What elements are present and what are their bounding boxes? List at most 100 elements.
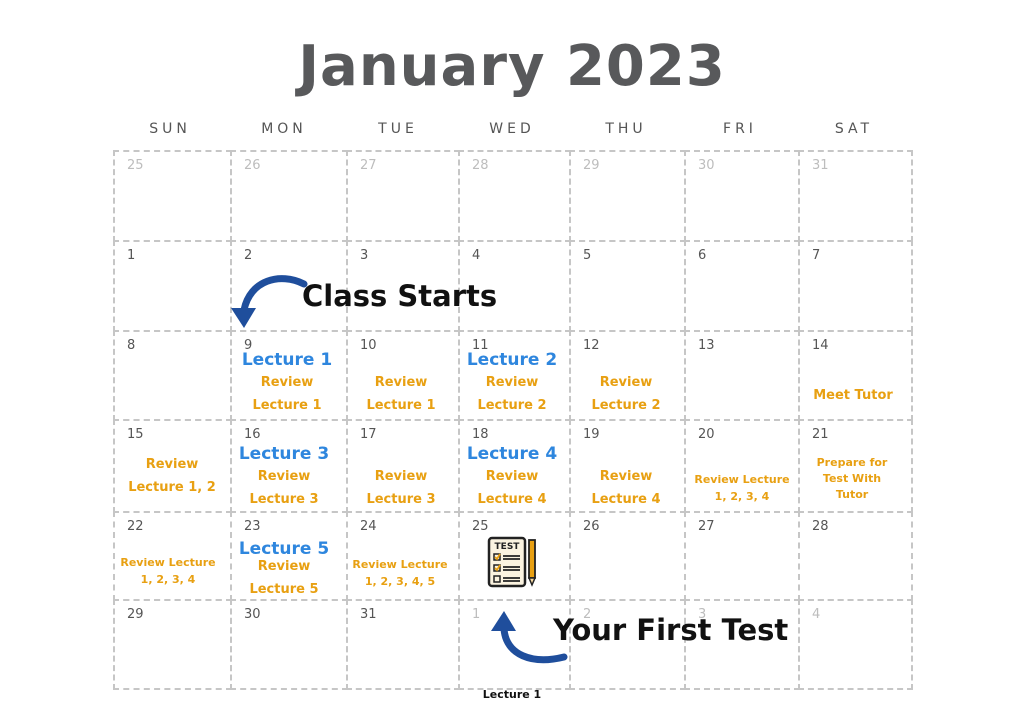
- day-number: 19: [583, 427, 600, 442]
- day-number: 4: [812, 607, 821, 622]
- weekday-sun: SUN: [149, 121, 191, 137]
- event-review: Review: [374, 375, 428, 390]
- calendar-day-cell: 29: [569, 150, 686, 242]
- day-number: 20: [698, 427, 715, 442]
- event-meet-tutor: Meet Tutor: [813, 388, 893, 403]
- event-review: Review: [374, 469, 428, 484]
- event-review: Review: [257, 559, 311, 574]
- class-starts-callout: Class Starts: [302, 279, 498, 313]
- event-prepare-line1: Prepare for: [816, 456, 888, 469]
- event-review: Review: [599, 469, 653, 484]
- weekday-wed: WED: [489, 121, 535, 137]
- day-number: 17: [360, 427, 377, 442]
- day-number: 24: [360, 519, 377, 534]
- calendar-day-cell: 28: [798, 511, 913, 601]
- event-review: Review: [485, 469, 539, 484]
- event-review: Review: [257, 469, 311, 484]
- calendar-day-cell: 13: [684, 330, 800, 421]
- calendar-day-cell: 27: [346, 150, 460, 242]
- event-prepare-line2: Test With: [822, 472, 882, 485]
- day-number: 28: [812, 519, 829, 534]
- weekday-mon: MON: [261, 121, 307, 137]
- event-review-sub: Lecture 1, 2: [128, 480, 216, 495]
- event-review-sub: Lecture 3: [366, 492, 436, 507]
- day-number: 18: [472, 427, 489, 442]
- calendar-day-cell: 26: [230, 150, 348, 242]
- calendar-day-cell: 6: [684, 240, 800, 332]
- event-review-lecture-list: 1, 2, 3, 4, 5: [364, 575, 436, 588]
- event-review: Review: [260, 375, 314, 390]
- day-number: 4: [472, 248, 481, 263]
- day-number: 1: [472, 607, 481, 622]
- event-review: Review: [485, 375, 539, 390]
- page-title: January 2023: [298, 34, 726, 99]
- curved-arrow-icon: [231, 275, 308, 328]
- day-number: 26: [244, 158, 261, 173]
- event-review-lecture: Review Lecture: [694, 473, 790, 486]
- event-review-sub: Lecture 5: [249, 582, 319, 597]
- day-number: 15: [127, 427, 144, 442]
- calendar-day-cell: 29: [113, 599, 232, 690]
- day-number: 30: [244, 607, 261, 622]
- event-review-sub: Lecture 1: [366, 398, 436, 413]
- calendar-day-cell: 4: [798, 599, 913, 690]
- weekday-fri: FRI: [723, 121, 757, 137]
- event-review: Review: [145, 457, 199, 472]
- weekday-sat: SAT: [834, 121, 874, 137]
- day-number: 31: [812, 158, 829, 173]
- calendar-day-cell: 27: [684, 511, 800, 601]
- day-number: 22: [127, 519, 144, 534]
- day-number: 16: [244, 427, 261, 442]
- day-number: 21: [812, 427, 829, 442]
- event-review-sub: Lecture 1: [252, 398, 322, 413]
- day-number: 10: [360, 338, 377, 353]
- event-lecture: Lecture 3: [238, 444, 330, 464]
- event-review-sub: Lecture 4: [591, 492, 661, 507]
- day-number: 8: [127, 338, 136, 353]
- day-number: 27: [360, 158, 377, 173]
- day-number: 27: [698, 519, 715, 534]
- event-review-lecture-list: 1, 2, 3, 4: [140, 573, 196, 586]
- event-review-lecture-list: 1, 2, 3, 4: [714, 490, 770, 503]
- calendar-day-cell: 30: [684, 150, 800, 242]
- calendar-day-cell: 8: [113, 330, 232, 421]
- calendar-day-cell: 1: [113, 240, 232, 332]
- calendar-day-cell: 14: [798, 330, 913, 421]
- event-review-lecture: Review Lecture: [352, 558, 448, 571]
- day-number: 26: [583, 519, 600, 534]
- day-number: 29: [583, 158, 600, 173]
- event-review-sub: Lecture 3: [249, 492, 319, 507]
- day-number: 23: [244, 519, 261, 534]
- day-number: 30: [698, 158, 715, 173]
- day-number: 7: [812, 248, 821, 263]
- event-review-sub: Lecture 4: [477, 492, 547, 507]
- first-test-callout: Your First Test: [553, 613, 789, 647]
- day-number: 28: [472, 158, 489, 173]
- day-number: 13: [698, 338, 715, 353]
- day-number: 6: [698, 248, 707, 263]
- day-number: 29: [127, 607, 144, 622]
- event-prepare-line3: Tutor: [835, 488, 869, 501]
- day-number: 25: [472, 519, 489, 534]
- calendar-day-cell: 31: [798, 150, 913, 242]
- day-number: 31: [360, 607, 377, 622]
- day-number: 14: [812, 338, 829, 353]
- calendar-day-cell: 5: [569, 240, 686, 332]
- day-number: 1: [127, 248, 136, 263]
- event-lecture: Lecture 4: [466, 444, 558, 464]
- calendar-day-cell: 30: [230, 599, 348, 690]
- weekday-thu: THU: [605, 121, 647, 137]
- event-lecture: Lecture 2: [466, 350, 558, 370]
- day-number: 5: [583, 248, 592, 263]
- event-lecture: Lecture 1: [241, 350, 333, 370]
- day-number: 3: [360, 248, 369, 263]
- calendar-day-cell: 25: [113, 150, 232, 242]
- footer-label: Lecture 1: [482, 688, 542, 701]
- day-number: 2: [244, 248, 253, 263]
- event-review: Review: [599, 375, 653, 390]
- test-clipboard-icon: TEST: [487, 536, 537, 588]
- event-review-sub: Lecture 2: [591, 398, 661, 413]
- calendar-day-cell: 28: [458, 150, 571, 242]
- day-number: 12: [583, 338, 600, 353]
- event-review-sub: Lecture 2: [477, 398, 547, 413]
